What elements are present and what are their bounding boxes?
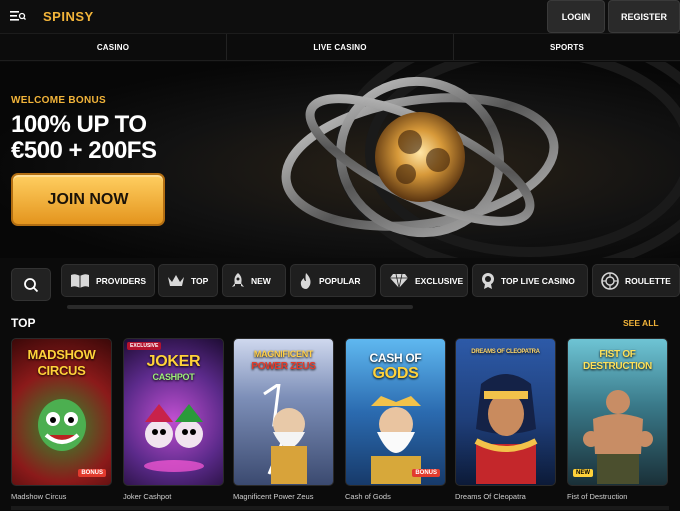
top-nav: CASINO LIVE CASINO SPORTS bbox=[0, 34, 680, 61]
games-scrollbar[interactable] bbox=[11, 506, 669, 510]
hero-title-line1: 100% UP TO bbox=[11, 111, 147, 138]
bonus-badge: BONUS bbox=[412, 469, 440, 477]
game-tile-cash-of-gods[interactable]: CASH OF GODS BONUS bbox=[345, 338, 446, 486]
game-tile-fist-of-destruction[interactable]: FIST OF DESTRUCTION NEW bbox=[567, 338, 668, 486]
game-art-title: MADSHOW bbox=[27, 347, 96, 362]
logo[interactable]: SPINSY bbox=[43, 9, 94, 24]
hero-title: 100% UP TO €500 + 200FS bbox=[11, 111, 157, 164]
roulette-icon bbox=[601, 271, 619, 290]
menu-icon[interactable] bbox=[10, 9, 26, 23]
login-button[interactable]: LOGIN bbox=[547, 0, 605, 33]
hero-art bbox=[281, 62, 680, 258]
nav-live-casino[interactable]: LIVE CASINO bbox=[227, 34, 454, 60]
nav-casino[interactable]: CASINO bbox=[0, 34, 227, 60]
game-art-subtitle: GODS bbox=[372, 365, 419, 382]
game-art-title: MAGNIFICENT bbox=[253, 349, 314, 359]
medal-icon bbox=[482, 272, 494, 289]
clown-art bbox=[38, 399, 86, 451]
diamond-icon bbox=[390, 273, 408, 288]
category-popular[interactable]: POPULAR bbox=[290, 264, 376, 297]
category-label: NEW bbox=[251, 275, 271, 286]
category-label: TOP LIVE CASINO bbox=[501, 275, 575, 286]
new-badge: NEW bbox=[573, 469, 593, 477]
game-tile-madshow-circus[interactable]: MADSHOW CIRCUS BONUS bbox=[11, 338, 112, 486]
book-icon bbox=[71, 273, 89, 288]
category-top-live-casino[interactable]: TOP LIVE CASINO bbox=[472, 264, 588, 297]
game-art-subtitle: DESTRUCTION bbox=[583, 361, 652, 372]
game-tile-dreams-of-cleopatra[interactable]: DREAMS OF CLEOPATRA bbox=[455, 338, 556, 486]
zeus-art bbox=[263, 384, 307, 484]
cleopatra-art bbox=[474, 374, 538, 484]
category-top[interactable]: TOP bbox=[158, 264, 218, 297]
category-label: EXCLUSIVE bbox=[415, 275, 464, 286]
category-providers[interactable]: PROVIDERS bbox=[61, 264, 155, 297]
fighter-art bbox=[583, 390, 653, 484]
search-icon bbox=[24, 277, 39, 292]
game-art-title: FIST OF bbox=[599, 349, 636, 360]
game-name[interactable]: Cash of Gods bbox=[345, 492, 391, 501]
register-button[interactable]: REGISTER bbox=[608, 0, 680, 33]
game-name[interactable]: Dreams Of Cleopatra bbox=[455, 492, 526, 501]
exclusive-badge: EXCLUSIVE bbox=[127, 342, 162, 350]
game-art-subtitle: POWER ZEUS bbox=[251, 361, 316, 372]
see-all-link[interactable]: SEE ALL bbox=[623, 318, 659, 328]
crown-icon bbox=[168, 274, 184, 286]
header: SPINSY LOGIN REGISTER bbox=[0, 0, 680, 34]
category-bar: PROVIDERS TOP NEW POPULAR EXCLUSIVE TOP … bbox=[0, 262, 680, 301]
game-name[interactable]: Magnificent Power Zeus bbox=[233, 492, 313, 501]
game-tile-joker-cashpot[interactable]: EXCLUSIVE JOKER CASHPOT bbox=[123, 338, 224, 486]
hero-title-line2: €500 + 200FS bbox=[11, 137, 157, 164]
hero-banner: WELCOME BONUS 100% UP TO €500 + 200FS JO… bbox=[0, 62, 680, 258]
category-label: ROULETTE bbox=[625, 275, 671, 286]
game-name[interactable]: Fist of Destruction bbox=[567, 492, 627, 501]
flame-icon bbox=[300, 272, 311, 289]
game-name[interactable]: Joker Cashpot bbox=[123, 492, 171, 501]
game-art-title: CASH OF bbox=[369, 351, 422, 365]
section-title: TOP bbox=[11, 316, 36, 330]
game-art-title: JOKER bbox=[146, 353, 201, 370]
category-new[interactable]: NEW bbox=[222, 264, 286, 297]
welcome-bonus-label: WELCOME BONUS bbox=[11, 95, 107, 106]
joker-art bbox=[144, 404, 204, 472]
game-tile-magnificent-power-zeus[interactable]: MAGNIFICENT POWER ZEUS bbox=[233, 338, 334, 486]
search-button[interactable] bbox=[11, 268, 51, 301]
game-name[interactable]: Madshow Circus bbox=[11, 492, 66, 501]
game-art-subtitle: CIRCUS bbox=[37, 363, 86, 378]
category-roulette[interactable]: ROULETTE bbox=[592, 264, 680, 297]
game-art-subtitle: CASHPOT bbox=[152, 372, 195, 382]
game-art-title: DREAMS OF CLEOPATRA bbox=[471, 349, 540, 355]
nav-sports[interactable]: SPORTS bbox=[454, 34, 680, 60]
category-exclusive[interactable]: EXCLUSIVE bbox=[380, 264, 468, 297]
category-label: POPULAR bbox=[319, 275, 361, 286]
category-label: PROVIDERS bbox=[96, 275, 147, 286]
join-now-button[interactable]: JOIN NOW bbox=[11, 173, 165, 226]
bonus-badge: BONUS bbox=[78, 469, 106, 477]
category-scrollbar[interactable] bbox=[67, 305, 413, 309]
category-label: TOP bbox=[191, 275, 209, 286]
rocket-icon bbox=[232, 272, 244, 287]
